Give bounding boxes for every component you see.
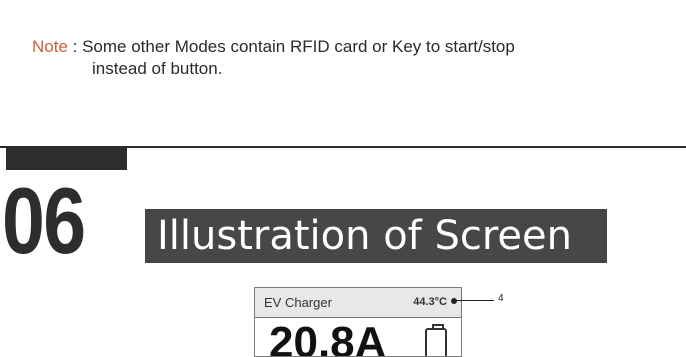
callout-line	[455, 300, 494, 301]
section-title: Illustration of Screen	[145, 209, 607, 263]
callout-dot	[451, 298, 457, 304]
screen-header: EV Charger 44.3°C	[255, 288, 461, 318]
screen-current: 20.8A	[269, 318, 387, 357]
note-block: Note : Some other Modes contain RFID car…	[32, 36, 672, 80]
note-line-2: instead of button.	[92, 59, 223, 78]
screen-temperature: 44.3°C	[413, 296, 447, 308]
section-tab	[6, 148, 127, 170]
note-separator: :	[67, 37, 83, 56]
note-line-1: Some other Modes contain RFID card or Ke…	[82, 37, 515, 56]
section-number: 06	[2, 168, 86, 273]
battery-icon	[425, 324, 447, 356]
note-label: Note	[32, 37, 68, 56]
screen-title: EV Charger	[264, 295, 332, 310]
callout-number: 4	[498, 293, 504, 304]
